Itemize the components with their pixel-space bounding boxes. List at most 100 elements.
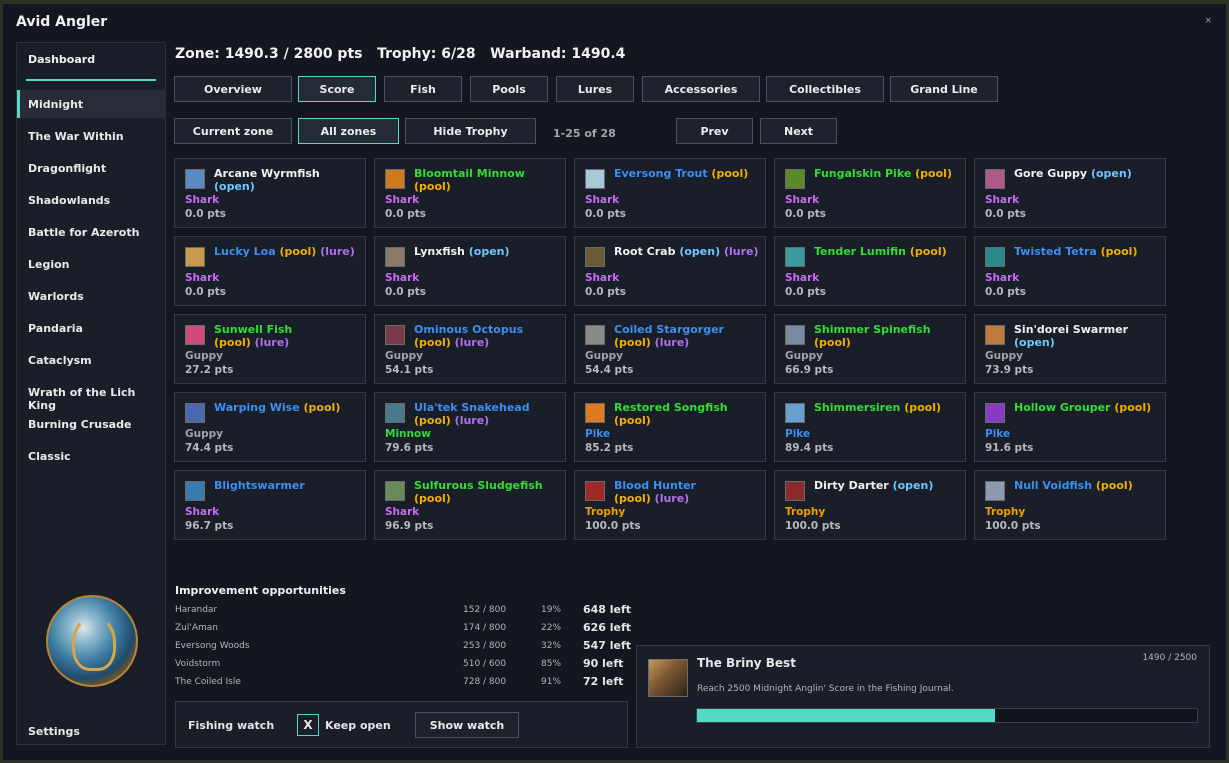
fish-card[interactable]: Sin'dorei Swarmer (open) Guppy 73.9 pts — [974, 314, 1166, 384]
fish-card[interactable]: Ominous Octopus (pool) (lure) Guppy 54.1 pt… — [374, 314, 566, 384]
fish-points: 54.1 pts — [385, 364, 434, 376]
fish-category: Shark — [785, 272, 820, 284]
fish-points: 66.9 pts — [785, 364, 834, 376]
fish-tag-open: (open) — [679, 245, 721, 258]
tab-lures[interactable]: Lures — [556, 76, 634, 102]
fish-points: 85.2 pts — [585, 442, 634, 454]
sidebar-item-shadowlands[interactable]: Shadowlands — [28, 194, 110, 207]
fish-category: Guppy — [185, 428, 223, 440]
fish-name: Arcane Wyrmfish (open) — [214, 167, 364, 193]
sidebar-item-battle-for-azeroth[interactable]: Battle for Azeroth — [28, 226, 139, 239]
improvement-row: Harandar 152 / 800 19% 648 left — [175, 603, 632, 618]
fish-tag-lure: (lure) — [723, 245, 759, 258]
tab-overview[interactable]: Overview — [174, 76, 292, 102]
fish-points: 0.0 pts — [785, 208, 827, 220]
fish-name: Restored Songfish (pool) — [614, 401, 764, 427]
improvement-left: 547 left — [583, 639, 632, 652]
sidebar-item-wrath-of-the-lich-king[interactable]: Wrath of the Lich King — [28, 386, 165, 412]
fish-card[interactable]: Null Voidfish (pool) Trophy 100.0 pts — [974, 470, 1166, 540]
fish-tag-open: (open) — [1014, 336, 1055, 349]
fish-icon — [985, 403, 1005, 423]
fish-points: 0.0 pts — [985, 286, 1027, 298]
fish-name: Bloomtail Minnow (pool) — [414, 167, 564, 193]
improvement-title: Improvement opportunities — [175, 584, 346, 597]
tab-collectibles[interactable]: Collectibles — [766, 76, 884, 102]
tab-score[interactable]: Score — [298, 76, 376, 102]
improvement-percent: 91% — [541, 677, 562, 687]
tab-fish[interactable]: Fish — [384, 76, 462, 102]
improvement-zone: Harandar — [175, 605, 218, 615]
sidebar-item-legion[interactable]: Legion — [28, 258, 70, 271]
sidebar-item-pandaria[interactable]: Pandaria — [28, 322, 83, 335]
tab-grand-line[interactable]: Grand Line — [890, 76, 998, 102]
fish-card[interactable]: Hollow Grouper (pool) Pike 91.6 pts — [974, 392, 1166, 462]
sidebar-item-classic[interactable]: Classic — [28, 450, 71, 463]
fish-category: Guppy — [385, 350, 423, 362]
fish-card[interactable]: Bloomtail Minnow (pool) Shark 0.0 pts — [374, 158, 566, 228]
fish-name: Gore Guppy (open) — [1014, 167, 1164, 180]
fish-card[interactable]: Lucky Loa (pool) (lure) Shark 0.0 pts — [174, 236, 366, 306]
fish-category: Shark — [385, 194, 420, 206]
improvement-score: 253 / 800 — [463, 641, 507, 651]
fish-card[interactable]: Warping Wise (pool) Guppy 74.4 pts — [174, 392, 366, 462]
improvement-left: 648 left — [583, 603, 632, 616]
keep-open-checkbox[interactable]: X — [297, 714, 319, 736]
fish-icon — [585, 247, 605, 267]
fish-tag-pool: (pool) — [414, 414, 451, 427]
fish-category: Trophy — [585, 506, 626, 518]
fish-card[interactable]: Eversong Trout (pool) Shark 0.0 pts — [574, 158, 766, 228]
close-icon[interactable]: × — [1204, 16, 1212, 26]
fish-tag-pool: (pool) — [303, 401, 341, 414]
tab-accessories[interactable]: Accessories — [642, 76, 760, 102]
fish-card[interactable]: Ula'tek Snakehead (pool) (lure) Minnow 79.6… — [374, 392, 566, 462]
fish-card[interactable]: Blood Hunter (pool) (lure) Trophy 100.0 pts — [574, 470, 766, 540]
prev-button[interactable]: Prev — [676, 118, 753, 144]
sidebar-item-midnight[interactable]: Midnight — [28, 98, 83, 111]
fish-icon — [585, 325, 605, 345]
fish-card[interactable]: Gore Guppy (open) Shark 0.0 pts — [974, 158, 1166, 228]
sidebar-item-warlords[interactable]: Warlords — [28, 290, 84, 303]
fish-tag-lure: (lure) — [254, 336, 290, 349]
fish-points: 0.0 pts — [185, 286, 227, 298]
sidebar-item-dragonflight[interactable]: Dragonflight — [28, 162, 106, 175]
sidebar-item-burning-crusade[interactable]: Burning Crusade — [28, 418, 131, 431]
fish-card[interactable]: Sunwell Fish (pool) (lure) Guppy 27.2 pts — [174, 314, 366, 384]
sidebar-settings[interactable]: Settings — [28, 725, 80, 738]
current-zone-button[interactable]: Current zone — [174, 118, 292, 144]
fish-card[interactable]: Tender Lumifin (pool) Shark 0.0 pts — [774, 236, 966, 306]
fish-icon — [785, 403, 805, 423]
fish-card[interactable]: Arcane Wyrmfish (open) Shark 0.0 pts — [174, 158, 366, 228]
hide-trophy-button[interactable]: Hide Trophy — [405, 118, 536, 144]
sidebar-item-cataclysm[interactable]: Cataclysm — [28, 354, 92, 367]
next-button[interactable]: Next — [760, 118, 837, 144]
app-title: Avid Angler — [16, 14, 108, 30]
fish-card[interactable]: Coiled Stargorger (pool) (lure) Guppy 54.4 … — [574, 314, 766, 384]
fish-tag-pool: (pool) — [1114, 401, 1152, 414]
fish-card[interactable]: Dirty Darter (open) Trophy 100.0 pts — [774, 470, 966, 540]
sidebar-item-the-war-within[interactable]: The War Within — [28, 130, 124, 143]
fish-card[interactable]: Sulfurous Sludgefish (pool) Shark 96.9 pts — [374, 470, 566, 540]
show-watch-button[interactable]: Show watch — [415, 712, 519, 738]
fish-card[interactable]: Root Crab (open) (lure) Shark 0.0 pts — [574, 236, 766, 306]
fish-name-text: Hollow Grouper — [1014, 401, 1111, 414]
fish-card[interactable]: Lynxfish (open) Shark 0.0 pts — [374, 236, 566, 306]
fish-card[interactable]: Twisted Tetra (pool) Shark 0.0 pts — [974, 236, 1166, 306]
improvement-percent: 19% — [541, 605, 562, 615]
fish-name: Root Crab (open) (lure) — [614, 245, 764, 258]
fish-card[interactable]: Shimmer Spinefish (pool) Guppy 66.9 pts — [774, 314, 966, 384]
fish-name-text: Tender Lumifin — [814, 245, 906, 258]
fish-name-text: Gore Guppy — [1014, 167, 1088, 180]
fish-icon — [385, 481, 405, 501]
fish-card[interactable]: Blightswarmer Shark 96.7 pts — [174, 470, 366, 540]
tab-pools[interactable]: Pools — [470, 76, 548, 102]
improvement-zone: Voidstorm — [175, 659, 221, 669]
fish-card[interactable]: Restored Songfish (pool) Pike 85.2 pts — [574, 392, 766, 462]
keep-open-label: Keep open — [325, 719, 391, 732]
fish-points: 79.6 pts — [385, 442, 434, 454]
fish-name: Null Voidfish (pool) — [1014, 479, 1164, 492]
all-zones-button[interactable]: All zones — [298, 118, 399, 144]
fish-category: Shark — [985, 194, 1020, 206]
sidebar-dashboard[interactable]: Dashboard — [28, 53, 95, 66]
fish-card[interactable]: Fungalskin Pike (pool) Shark 0.0 pts — [774, 158, 966, 228]
fish-card[interactable]: Shimmersiren (pool) Pike 89.4 pts — [774, 392, 966, 462]
